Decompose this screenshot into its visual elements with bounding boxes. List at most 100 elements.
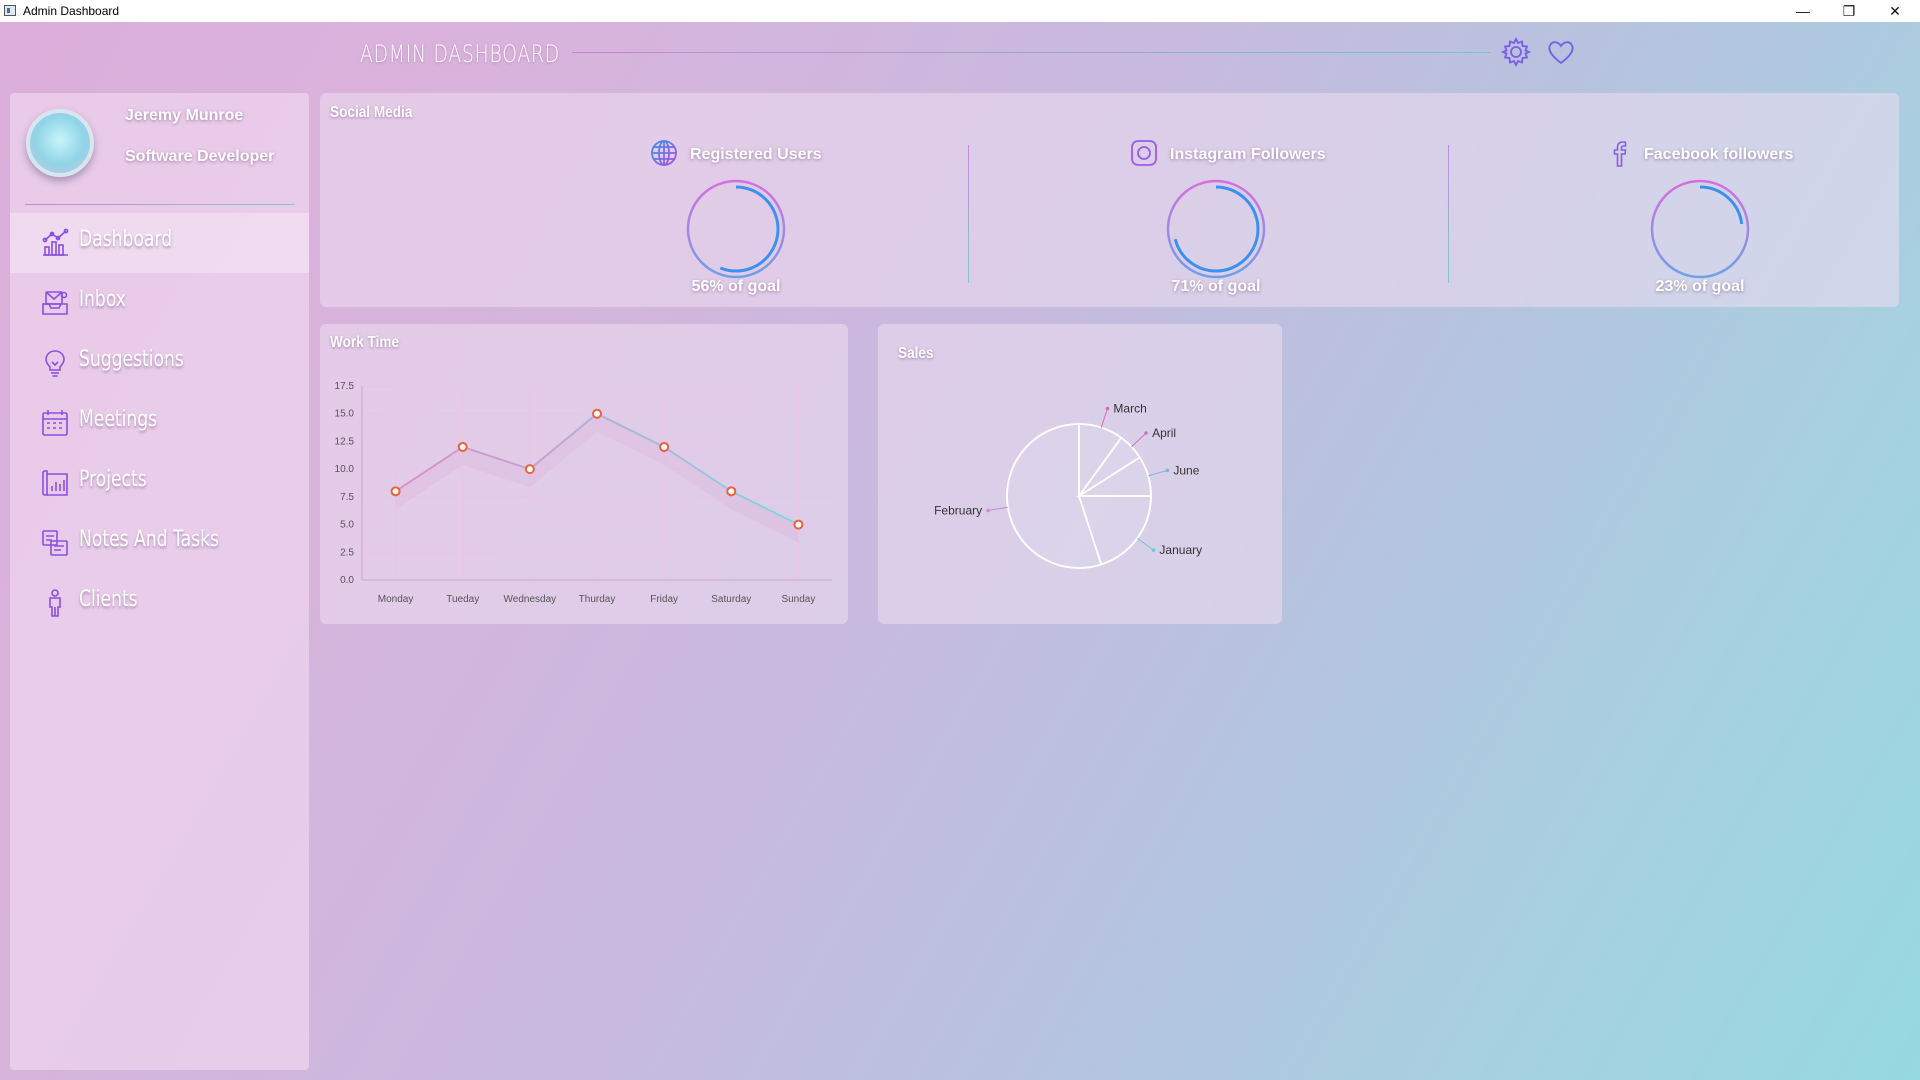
social-stat-facebook-followers: Facebook followers 23% of goal [1604,93,1904,307]
calendar-icon [42,410,68,436]
sales-pie-chart: January February March April June [934,402,1202,569]
social-label: Instagram Followers [1170,146,1326,163]
sidebar: Jeremy Munroe Software Developer Dashboa… [10,93,309,1070]
person-icon [49,589,61,617]
sidebar-item-dashboard[interactable]: Dashboard [10,213,309,273]
heart-icon[interactable] [1545,36,1577,68]
y-tick-label: 0.0 [340,575,354,586]
app-window-icon [4,5,16,16]
avatar[interactable] [26,109,94,177]
data-point [524,464,535,475]
window-titlebar: Admin Dashboard — ❐ ✕ [0,0,1920,22]
social-media-title: Social Media [330,104,413,121]
sidebar-item-label: Projects [79,467,147,492]
progress-ring [1166,179,1266,279]
sidebar-item-projects[interactable]: Projects [10,453,309,513]
sidebar-item-label: Inbox [79,287,126,312]
facebook-icon [1613,141,1627,167]
data-point [457,441,468,452]
sales-card: Sales January February March April June [878,324,1282,624]
social-stat-instagram-followers: Instagram Followers 71% of goal [1128,93,1428,307]
app-root: ADMIN DASHBOARD Jeremy Munroe Software D… [0,22,1920,1080]
pie-leader [1136,537,1154,551]
data-point [390,486,401,497]
profile-name: Jeremy Munroe [125,107,244,124]
sidebar-item-meetings[interactable]: Meetings [10,393,309,453]
instagram-icon [1131,140,1157,166]
sidebar-item-inbox[interactable]: Inbox [10,273,309,333]
pie-leader [988,506,1008,511]
pie-leader-dot [1165,468,1170,473]
header-divider [572,52,1490,53]
progress-ring [686,179,786,279]
close-button[interactable]: ✕ [1872,0,1918,22]
sidebar-item-notes-and-tasks[interactable]: Notes And Tasks [10,513,309,573]
goal-text: 71% of goal [1171,278,1261,295]
sidebar-item-label: Meetings [79,407,158,432]
data-point [726,486,737,497]
notes-icon [42,530,68,556]
pie-leader [1131,432,1147,448]
restore-button[interactable]: ❐ [1826,0,1872,22]
x-tick-label: Sunday [781,594,815,605]
window-title: Admin Dashboard [23,4,120,18]
x-tick-label: Wednesday [504,594,557,605]
progress-ring [1650,179,1750,279]
social-label: Facebook followers [1644,146,1794,163]
pie-leader-dot [1151,548,1156,552]
projects-icon [42,470,68,496]
y-tick-label: 5.0 [340,520,354,531]
social-media-card: Social Media Registered Users 56% of goa… [320,93,1899,307]
sidebar-item-label: Notes And Tasks [79,527,219,552]
lightbulb-icon [45,350,65,377]
pie-label: April [1152,426,1176,440]
x-tick-label: Monday [378,594,414,605]
sidebar-item-suggestions[interactable]: Suggestions [10,333,309,393]
page-title: ADMIN DASHBOARD [360,40,560,68]
pie-label: June [1173,463,1199,477]
minimize-button[interactable]: — [1780,0,1826,22]
profile-role: Software Developer [125,148,275,165]
data-point [592,408,602,419]
x-tick-label: Thurday [579,594,616,605]
y-tick-label: 15.0 [335,409,355,420]
pie-leader-dot [1144,431,1148,435]
pie-label: February [934,503,982,517]
sidebar-item-label: Dashboard [79,227,173,252]
y-tick-label: 2.5 [340,547,354,558]
social-stat-registered-users: Registered Users 56% of goal [648,93,948,307]
sidebar-item-label: Clients [79,587,138,612]
pie-leader-dot [1105,406,1110,411]
y-tick-label: 12.5 [335,436,355,447]
data-point [793,519,804,530]
inbox-icon [42,291,68,315]
goal-text: 23% of goal [1655,278,1745,295]
sidebar-divider [25,204,295,205]
progress-ring-fill [1172,185,1260,273]
pie-label: January [1159,543,1202,557]
y-tick-label: 17.5 [335,381,355,392]
social-divider [968,145,969,283]
globe-icon [651,140,677,166]
dashboard-chart-icon [42,228,69,256]
x-tick-label: Tueday [446,594,479,605]
sidebar-item-clients[interactable]: Clients [10,573,309,633]
pie-leader-dot [986,508,990,513]
work-time-card: Work Time 0.0 2.5 5.0 7.5 10.0 12.5 15.0 17.5 Mo… [320,324,848,624]
pie-label: March [1113,402,1146,416]
progress-ring-fill [1656,185,1744,273]
sidebar-item-label: Suggestions [79,347,184,372]
pie-leader [1100,408,1108,428]
work-time-chart: 0.0 2.5 5.0 7.5 10.0 12.5 15.0 17.5 Monday Tueday… [335,381,832,605]
goal-text: 56% of goal [691,278,781,295]
pie-leader [1148,469,1168,477]
x-tick-label: Friday [650,594,678,605]
social-label: Registered Users [690,146,822,163]
data-point [659,441,670,452]
social-divider [1448,145,1449,283]
y-tick-label: 10.0 [335,464,355,475]
progress-ring-fill [692,185,780,273]
gear-icon[interactable] [1500,36,1532,68]
y-tick-label: 7.5 [340,492,354,503]
x-tick-label: Saturday [711,594,751,605]
